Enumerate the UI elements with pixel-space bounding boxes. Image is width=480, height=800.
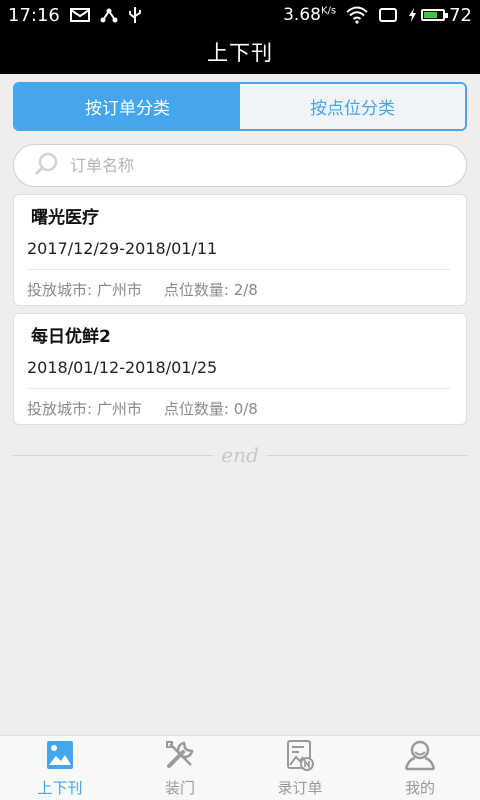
screen-icon bbox=[378, 7, 398, 23]
nav-label: 录订单 bbox=[277, 779, 323, 797]
nav-label: 上下刊 bbox=[37, 779, 83, 797]
count-label: 点位数量: bbox=[163, 400, 229, 418]
charging-icon bbox=[408, 8, 417, 22]
nav-item-install[interactable]: 装门 bbox=[120, 736, 240, 800]
nav-item-record-order[interactable]: 录订单 bbox=[240, 736, 360, 800]
picture-icon bbox=[45, 739, 75, 775]
page-header: 上下刊 bbox=[0, 30, 480, 74]
divider bbox=[27, 269, 450, 270]
nav-item-publish[interactable]: 上下刊 bbox=[0, 736, 120, 800]
search-input[interactable] bbox=[68, 155, 432, 176]
bottom-nav: 上下刊 装门 录订单 我的 bbox=[0, 735, 480, 800]
search-icon bbox=[34, 151, 60, 181]
nav-label: 我的 bbox=[404, 779, 435, 797]
clock: 17:16 bbox=[8, 4, 60, 26]
order-date-range: 2017/12/29-2018/01/11 bbox=[27, 239, 218, 258]
order-card[interactable]: 每日优鲜2 2018/01/12-2018/01/25 投放城市: 广州市 点位数… bbox=[13, 313, 467, 425]
record-order-icon bbox=[285, 739, 315, 775]
order-name: 曙光医疗 bbox=[31, 208, 99, 228]
order-name: 每日优鲜2 bbox=[31, 327, 111, 347]
nav-label: 装门 bbox=[164, 779, 195, 797]
tab-by-location[interactable]: 按点位分类 bbox=[240, 84, 465, 129]
city-value: 广州市 bbox=[96, 400, 142, 418]
mail-icon bbox=[69, 7, 90, 23]
tools-icon bbox=[164, 739, 196, 775]
share-icon bbox=[100, 7, 118, 23]
page-title: 上下刊 bbox=[207, 41, 273, 65]
order-meta: 投放城市: 广州市 点位数量: 2/8 bbox=[27, 279, 258, 300]
tab-by-order[interactable]: 按订单分类 bbox=[15, 84, 240, 129]
nav-item-profile[interactable]: 我的 bbox=[360, 736, 480, 800]
city-label: 投放城市: bbox=[27, 400, 93, 418]
city-label: 投放城市: bbox=[27, 281, 93, 299]
category-toggle: 按订单分类 按点位分类 bbox=[13, 82, 467, 131]
end-text: end bbox=[221, 443, 259, 467]
list-end-marker: end bbox=[13, 440, 467, 470]
battery-percent: 72 bbox=[449, 4, 472, 26]
status-bar: 17:16 3.68K/s 72 bbox=[0, 0, 480, 30]
divider bbox=[266, 454, 467, 456]
divider bbox=[27, 388, 450, 389]
battery-icon bbox=[421, 9, 449, 21]
net-speed: 3.68K/s bbox=[283, 5, 337, 25]
usb-icon bbox=[128, 6, 142, 24]
search-bar[interactable] bbox=[13, 144, 467, 187]
order-card[interactable]: 曙光医疗 2017/12/29-2018/01/11 投放城市: 广州市 点位数量… bbox=[13, 194, 467, 306]
count-label: 点位数量: bbox=[163, 281, 229, 299]
order-meta: 投放城市: 广州市 点位数量: 0/8 bbox=[27, 398, 258, 419]
count-value: 0/8 bbox=[233, 400, 258, 418]
divider bbox=[13, 454, 214, 456]
city-value: 广州市 bbox=[96, 281, 142, 299]
profile-icon bbox=[403, 739, 437, 775]
count-value: 2/8 bbox=[233, 281, 258, 299]
order-date-range: 2018/01/12-2018/01/25 bbox=[27, 358, 218, 377]
wifi-icon bbox=[346, 6, 368, 24]
